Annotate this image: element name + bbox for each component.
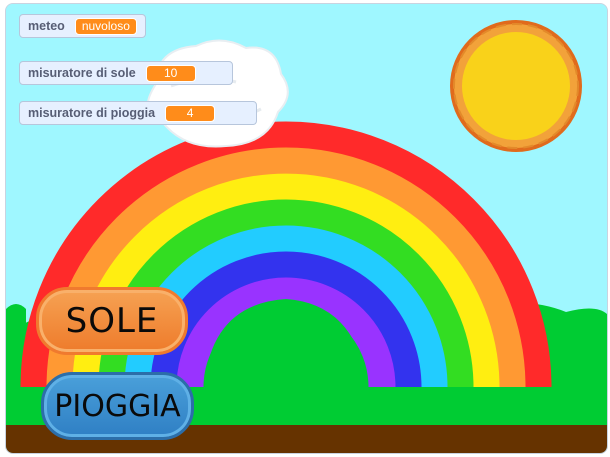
monitor-weather-label: meteo <box>28 19 65 33</box>
monitor-weather-value: nuvoloso <box>74 17 137 35</box>
monitor-sun-meter: misuratore di sole 10 <box>19 61 233 85</box>
sun-button[interactable]: SOLE <box>36 287 188 355</box>
sun-icon <box>450 20 582 152</box>
monitor-rain-meter-label: misuratore di pioggia <box>28 106 156 120</box>
monitor-rain-meter: misuratore di pioggia 4 <box>19 101 257 125</box>
rain-button[interactable]: PIOGGIA <box>41 372 194 440</box>
monitor-rain-meter-value: 4 <box>165 104 216 122</box>
monitor-sun-meter-label: misuratore di sole <box>28 66 136 80</box>
stage: meteo nuvoloso misuratore di sole 10 mis… <box>5 3 608 454</box>
monitor-weather: meteo nuvoloso <box>19 14 146 38</box>
monitor-sun-meter-value: 10 <box>145 64 196 82</box>
